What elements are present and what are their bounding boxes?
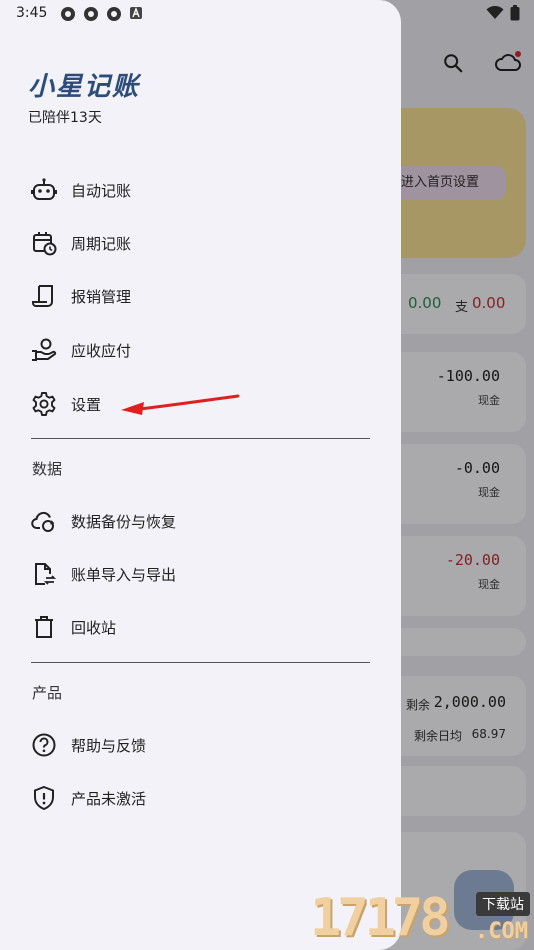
watermark-domain: .COM: [475, 919, 528, 944]
watermark-digits: 17178: [310, 888, 451, 948]
menu-label: 报销管理: [71, 287, 132, 306]
notification-icons: [60, 6, 143, 22]
divider: [31, 662, 370, 663]
battery-icon: [510, 5, 520, 21]
notification-a-icon: [129, 6, 143, 22]
menu-item-receivable-payable[interactable]: 应收应付: [0, 326, 401, 374]
menu-item-auto-bookkeeping[interactable]: 自动记账: [0, 166, 401, 214]
menu-label: 周期记账: [71, 234, 132, 253]
system-icons: [486, 5, 520, 21]
shield-alert-icon: [30, 784, 58, 812]
watermark-logo: 17178 下载站 .COM: [306, 886, 534, 950]
app-title: 小星记账: [28, 72, 141, 102]
section-title-product: 产品: [32, 684, 63, 702]
menu-item-activation[interactable]: 产品未激活: [0, 774, 401, 822]
menu-label: 回收站: [71, 618, 117, 637]
menu-label: 数据备份与恢复: [71, 512, 177, 531]
menu-label: 应收应付: [71, 341, 132, 360]
menu-item-recurring[interactable]: 周期记账: [0, 219, 401, 267]
annotation-arrow: [121, 394, 240, 415]
menu-label: 产品未激活: [71, 789, 147, 808]
menu-item-import-export[interactable]: 账单导入与导出: [0, 550, 401, 598]
file-transfer-icon: [30, 560, 58, 588]
notification-app-icon: [106, 6, 122, 22]
menu-item-reimbursement[interactable]: 报销管理: [0, 272, 401, 320]
status-bar: 3:45: [0, 0, 534, 30]
help-circle-icon: [30, 731, 58, 759]
status-time: 3:45: [16, 5, 48, 21]
hand-coin-icon: [30, 336, 58, 364]
gear-icon: [30, 390, 58, 418]
receipt-icon: [30, 282, 58, 310]
navigation-drawer: 小星记账 已陪伴13天 自动记账 周期记账 报销管理 应收应付 设置 数据 数据…: [0, 0, 401, 950]
menu-item-recycle-bin[interactable]: 回收站: [0, 603, 401, 651]
watermark-tag: 下载站: [476, 892, 530, 916]
notification-app-icon: [60, 6, 76, 22]
menu-item-help-feedback[interactable]: 帮助与反馈: [0, 721, 401, 769]
section-title-data: 数据: [32, 460, 63, 478]
menu-label: 设置: [71, 395, 102, 414]
robot-icon: [30, 176, 58, 204]
menu-label: 自动记账: [71, 181, 132, 200]
menu-item-backup-restore[interactable]: 数据备份与恢复: [0, 497, 401, 545]
notification-app-icon: [83, 6, 99, 22]
divider: [31, 438, 370, 439]
calendar-clock-icon: [30, 229, 58, 257]
cloud-sync-icon: [30, 507, 58, 535]
menu-label: 账单导入与导出: [71, 565, 177, 584]
days-accompanied: 已陪伴13天: [28, 110, 102, 126]
menu-label: 帮助与反馈: [71, 736, 147, 755]
trash-icon: [30, 613, 58, 641]
wifi-icon: [486, 6, 504, 20]
